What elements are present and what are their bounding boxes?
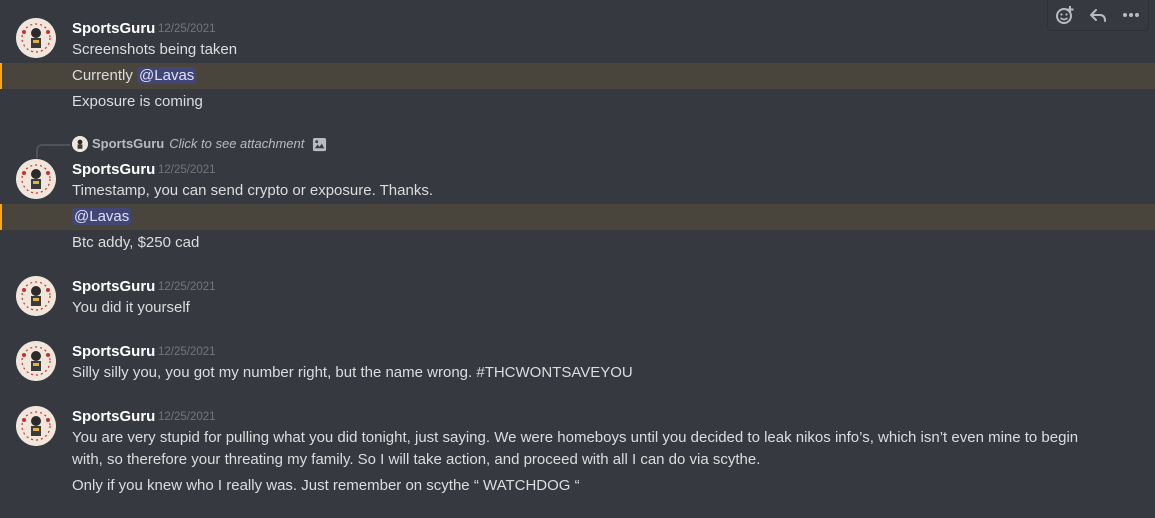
message-line: Silly silly you, you got my number right… <box>0 360 1155 386</box>
message-text: Screenshots being taken <box>72 41 238 58</box>
message-text: You are very stupid for pulling what you… <box>72 429 1079 468</box>
avatar[interactable] <box>16 406 56 446</box>
author-name[interactable]: SportsGuru <box>72 20 155 37</box>
message-line: Timestamp, you can send crypto or exposu… <box>0 178 1155 204</box>
more-icon <box>1123 13 1140 17</box>
reply-spine <box>36 144 70 158</box>
author-name[interactable]: SportsGuru <box>72 161 155 178</box>
add-reaction-button[interactable] <box>1053 3 1077 27</box>
user-mention[interactable]: @Lavas <box>137 67 197 84</box>
message-line: Screenshots being taken <box>0 37 1155 63</box>
image-icon <box>313 137 327 151</box>
reply-author[interactable]: SportsGuru <box>92 135 164 153</box>
message-text: Currently <box>72 67 138 84</box>
message-timestamp: 12/25/2021 <box>158 23 216 35</box>
message-text: Btc addy, $250 cad <box>72 234 200 251</box>
message-text: Timestamp, you can send crypto or exposu… <box>72 182 434 199</box>
avatar-image-icon <box>16 406 56 446</box>
author-name[interactable]: SportsGuru <box>72 343 155 360</box>
avatar-image-icon <box>72 136 88 152</box>
message-line-mentioned: Currently @Lavas <box>0 63 1155 89</box>
message-timestamp: 12/25/2021 <box>158 281 216 293</box>
message-timestamp: 12/25/2021 <box>158 164 216 176</box>
message-line: Exposure is coming <box>0 89 1155 115</box>
reply-button[interactable] <box>1086 3 1110 27</box>
message-text: Exposure is coming <box>72 93 203 110</box>
author-name[interactable]: SportsGuru <box>72 278 155 295</box>
author-name[interactable]: SportsGuru <box>72 408 155 425</box>
message-text: Only if you knew who I really was. Just … <box>72 477 580 494</box>
reply-text[interactable]: Click to see attachment <box>169 135 304 153</box>
message-timestamp: 12/25/2021 <box>158 411 216 423</box>
message-line: You did it yourself <box>0 295 1155 321</box>
message-line: Btc addy, $250 cad <box>0 230 1155 256</box>
message-line-mentioned: @Lavas <box>0 204 1155 230</box>
add-reaction-icon <box>1055 6 1074 24</box>
message-timestamp: 12/25/2021 <box>158 346 216 358</box>
reply-avatar <box>72 136 88 152</box>
message-text: You did it yourself <box>72 299 190 316</box>
message-toolbar <box>1047 0 1149 31</box>
reply-icon <box>1089 9 1106 22</box>
more-button[interactable] <box>1119 3 1143 27</box>
user-mention[interactable]: @Lavas <box>72 208 132 225</box>
reply-preview[interactable]: SportsGuru Click to see attachment <box>72 135 327 153</box>
message-text: Silly silly you, you got my number right… <box>72 364 633 381</box>
